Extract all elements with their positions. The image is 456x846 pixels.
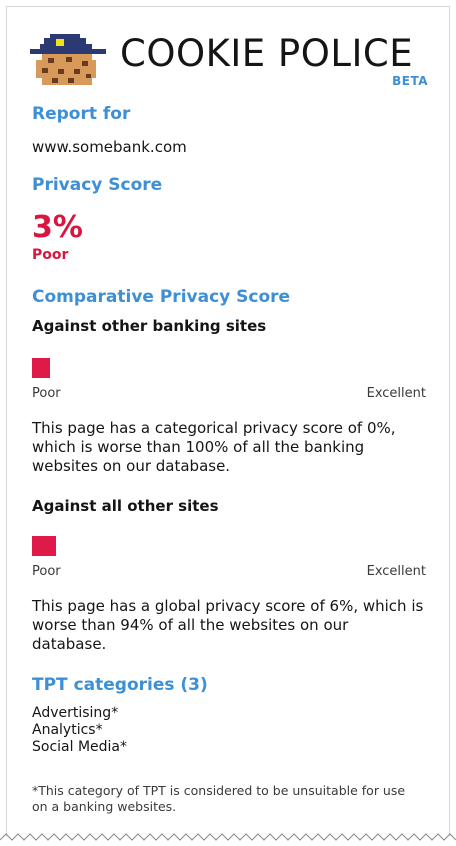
tpt-category-list: Advertising* Analytics* Social Media* [32, 705, 127, 756]
app-title: COOKIE POLICE [120, 32, 414, 75]
tpt-footnote: *This category of TPT is considered to b… [32, 783, 406, 814]
privacy-score-heading: Privacy Score [32, 175, 163, 195]
tpt-categories-heading: TPT categories (3) [32, 675, 208, 695]
comparative-score-heading: Comparative Privacy Score [32, 287, 291, 307]
privacy-score-value: 3% [32, 210, 83, 245]
header: COOKIE POLICE BETA [30, 24, 430, 94]
cookie-police-logo-icon [30, 34, 106, 85]
torn-edge-divider [0, 833, 456, 841]
all-sites-score-description: This page has a global privacy score of … [32, 597, 424, 653]
banking-score-bar [32, 358, 50, 378]
banking-comparison-label: Against other banking sites [32, 317, 267, 335]
banking-scale-poor: Poor [32, 386, 61, 401]
tpt-category-item: Advertising* [32, 705, 119, 721]
beta-badge: BETA [392, 74, 428, 88]
tpt-category-item: Social Media* [32, 739, 128, 755]
all-sites-scale-excellent: Excellent [366, 564, 426, 579]
banking-score-description: This page has a categorical privacy scor… [32, 419, 396, 475]
all-sites-comparison-label: Against all other sites [32, 497, 219, 515]
report-url: www.somebank.com [32, 138, 187, 156]
report-for-heading: Report for [32, 104, 131, 124]
privacy-score-rating: Poor [32, 247, 69, 263]
tpt-category-item: Analytics* [32, 722, 103, 738]
all-sites-score-bar [32, 536, 56, 556]
banking-scale-excellent: Excellent [366, 386, 426, 401]
all-sites-scale-poor: Poor [32, 564, 61, 579]
